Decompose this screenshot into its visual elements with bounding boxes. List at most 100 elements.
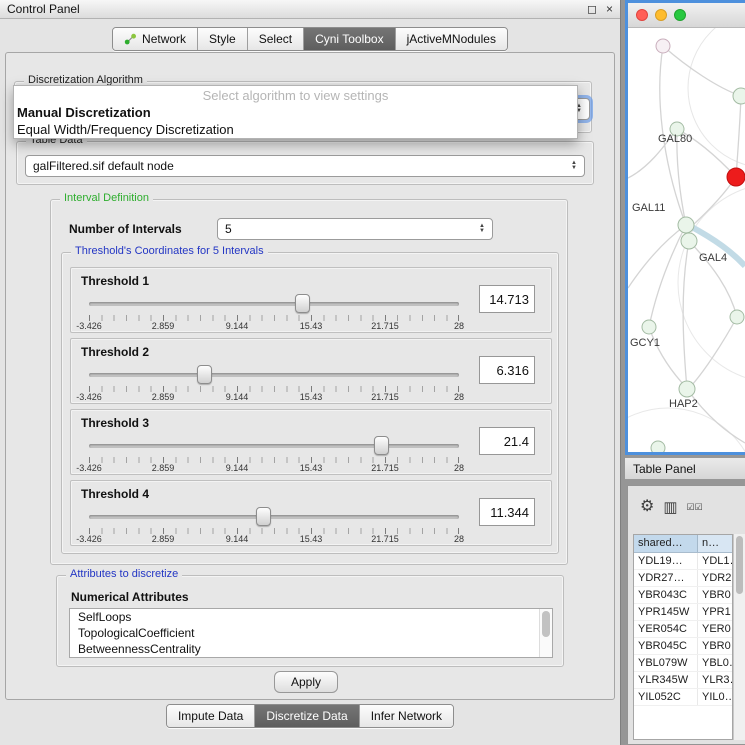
- tab-label: Style: [209, 32, 236, 46]
- slider-thumb[interactable]: [256, 507, 271, 526]
- combo-arrows-icon: ▲ ▼: [565, 161, 577, 171]
- cell[interactable]: YPR1…: [698, 604, 732, 620]
- threshold-3-slider[interactable]: [89, 436, 459, 456]
- list-item[interactable]: SelfLoops: [70, 609, 552, 625]
- node-label: GAL4: [699, 252, 727, 264]
- node-table[interactable]: shared… n… YDL19… YDL1… YDR27… YDR2… YBR…: [633, 534, 733, 740]
- scale-label: 28: [454, 463, 464, 473]
- close-icon[interactable]: ×: [606, 3, 613, 15]
- tab-discretize-data[interactable]: Discretize Data: [254, 705, 358, 727]
- scale-label: 15.43: [300, 534, 323, 544]
- network-node[interactable]: [651, 441, 665, 452]
- threshold-2-value-input[interactable]: [479, 356, 535, 384]
- network-node[interactable]: [730, 310, 744, 324]
- tab-network[interactable]: Network: [113, 28, 197, 50]
- table-row[interactable]: YDL19… YDL1…: [634, 553, 732, 570]
- cell[interactable]: YDR27…: [634, 570, 698, 586]
- slider-thumb[interactable]: [295, 294, 310, 313]
- tab-cyni-toolbox[interactable]: Cyni Toolbox: [303, 28, 394, 50]
- attributes-list[interactable]: SelfLoops TopologicalCoefficient Between…: [69, 608, 553, 658]
- table-row[interactable]: YLR345W YLR3…: [634, 672, 732, 689]
- threshold-4-value-input[interactable]: [479, 498, 535, 526]
- list-item[interactable]: BetweennessCentrality: [70, 641, 552, 657]
- slider-thumb[interactable]: [197, 365, 212, 384]
- float-window-icon[interactable]: ◻: [587, 3, 597, 15]
- column-header-shared-name[interactable]: shared…: [634, 535, 698, 552]
- slider-scale: -3.426 2.859 9.144 15.43 21.715 28: [89, 463, 459, 473]
- threshold-1-panel: Threshold 1 -3.426 2.859 9.144 15.43 21.…: [70, 267, 552, 333]
- network-canvas[interactable]: GAL80 GAL11 GAL4 GCY1 HAP2: [628, 28, 745, 452]
- network-node-gal11[interactable]: [678, 217, 694, 233]
- cell[interactable]: YDL1…: [698, 553, 732, 569]
- cell[interactable]: YER0…: [698, 621, 732, 637]
- cell[interactable]: YBL0…: [698, 655, 732, 671]
- cell[interactable]: YIL0…: [698, 689, 732, 705]
- table-row[interactable]: YBR045C YBR0…: [634, 638, 732, 655]
- slider-track[interactable]: [89, 373, 459, 377]
- table-row[interactable]: YIL052C YIL0…: [634, 689, 732, 706]
- number-of-intervals-combobox[interactable]: 5 ▲ ▼: [217, 218, 493, 240]
- table-panel-title: Table Panel: [633, 462, 696, 476]
- tab-jactivemnodules[interactable]: jActiveMNodules: [395, 28, 507, 50]
- minimize-traffic-light[interactable]: [655, 9, 667, 21]
- table-data-combobox[interactable]: galFiltered.sif default node ▲ ▼: [25, 155, 585, 177]
- cell[interactable]: YDL19…: [634, 553, 698, 569]
- network-node-gal4[interactable]: [681, 233, 697, 249]
- cell[interactable]: YBR0…: [698, 638, 732, 654]
- threshold-label: Threshold 3: [81, 416, 149, 430]
- cell[interactable]: YLR3…: [698, 672, 732, 688]
- slider-track[interactable]: [89, 444, 459, 448]
- table-row[interactable]: YPR145W YPR1…: [634, 604, 732, 621]
- cell[interactable]: YIL052C: [634, 689, 698, 705]
- close-traffic-light[interactable]: [636, 9, 648, 21]
- network-node-gcy1[interactable]: [642, 320, 656, 334]
- network-node[interactable]: [656, 39, 670, 53]
- columns-icon[interactable]: ▥: [663, 500, 677, 515]
- table-row[interactable]: YER054C YER0…: [634, 621, 732, 638]
- cell[interactable]: YER054C: [634, 621, 698, 637]
- cell[interactable]: YDR2…: [698, 570, 732, 586]
- scale-label: 28: [454, 534, 464, 544]
- threshold-1-value-input[interactable]: [479, 285, 535, 313]
- bottom-tab-segment: Impute Data Discretize Data Infer Networ…: [166, 704, 454, 728]
- cell[interactable]: YLR345W: [634, 672, 698, 688]
- table-row[interactable]: YDR27… YDR2…: [634, 570, 732, 587]
- table-row[interactable]: YBL079W YBL0…: [634, 655, 732, 672]
- gear-icon[interactable]: ⚙: [640, 499, 654, 515]
- zoom-traffic-light[interactable]: [674, 9, 686, 21]
- slider-thumb[interactable]: [374, 436, 389, 455]
- select-columns-icon[interactable]: ☑☑: [687, 503, 703, 512]
- threshold-4-slider[interactable]: [89, 507, 459, 527]
- tab-select[interactable]: Select: [247, 28, 303, 50]
- top-tab-segment: Network Style Select Cyni Toolbox jActiv…: [112, 27, 508, 51]
- selected-red-node[interactable]: [727, 168, 745, 186]
- scale-label: 9.144: [226, 534, 249, 544]
- cell[interactable]: YBR043C: [634, 587, 698, 603]
- slider-track[interactable]: [89, 302, 459, 306]
- scrollbar-thumb[interactable]: [736, 536, 743, 594]
- apply-button[interactable]: Apply: [274, 671, 338, 693]
- tab-impute-data[interactable]: Impute Data: [167, 705, 254, 727]
- dropdown-option-manual-discretization[interactable]: Manual Discretization: [14, 104, 577, 121]
- threshold-3-value-input[interactable]: [479, 427, 535, 455]
- list-scrollbar[interactable]: [539, 609, 552, 657]
- slider-scale: -3.426 2.859 9.144 15.43 21.715 28: [89, 392, 459, 402]
- threshold-2-slider[interactable]: [89, 365, 459, 385]
- slider-scale: -3.426 2.859 9.144 15.43 21.715 28: [89, 534, 459, 544]
- cell[interactable]: YBR0…: [698, 587, 732, 603]
- tab-infer-network[interactable]: Infer Network: [359, 705, 453, 727]
- network-node[interactable]: [733, 88, 745, 104]
- tab-style[interactable]: Style: [197, 28, 247, 50]
- cell[interactable]: YBL079W: [634, 655, 698, 671]
- table-row[interactable]: YBR043C YBR0…: [634, 587, 732, 604]
- slider-track[interactable]: [89, 515, 459, 519]
- cell[interactable]: YPR145W: [634, 604, 698, 620]
- threshold-1-slider[interactable]: [89, 294, 459, 314]
- scrollbar-thumb[interactable]: [542, 611, 550, 637]
- list-item[interactable]: TopologicalCoefficient: [70, 625, 552, 641]
- dropdown-option-equal-width[interactable]: Equal Width/Frequency Discretization: [14, 121, 577, 138]
- column-header-name[interactable]: n…: [698, 535, 732, 552]
- cell[interactable]: YBR045C: [634, 638, 698, 654]
- network-node-hap2[interactable]: [679, 381, 695, 397]
- table-scrollbar[interactable]: [733, 534, 745, 740]
